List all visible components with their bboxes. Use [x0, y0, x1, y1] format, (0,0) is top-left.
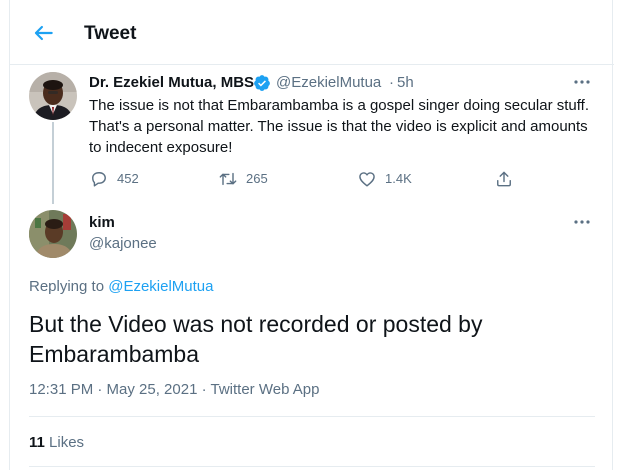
tweet-text-line: Embarambamba — [29, 341, 200, 367]
tweet-page: Tweet Dr. Ezekiel Mutua, MBS @EzekielMut… — [9, 0, 614, 470]
tweet-text-line: But the Video was not recorded or posted… — [29, 311, 483, 337]
more-options-button[interactable] — [572, 212, 592, 232]
retweet-icon — [219, 172, 237, 186]
author-name[interactable]: kim — [89, 214, 115, 232]
more-horizontal-icon — [574, 220, 590, 224]
back-button[interactable] — [30, 20, 56, 46]
avatar-image — [29, 72, 77, 120]
separator: · — [197, 381, 211, 398]
avatar-image — [29, 210, 77, 258]
replying-to: Replying to @EzekielMutua — [29, 278, 214, 296]
thread-connector — [52, 122, 54, 204]
likes-label: Likes — [49, 434, 85, 451]
share-icon — [497, 171, 511, 187]
author-handle[interactable]: @kajonee — [89, 235, 157, 253]
author-handle[interactable]: @EzekielMutua — [276, 74, 381, 92]
separator: · — [389, 74, 394, 91]
heart-icon — [359, 172, 375, 187]
like-button[interactable]: 1.4K — [357, 169, 427, 189]
reply-count: 452 — [117, 171, 139, 186]
page-header: Tweet — [10, 0, 614, 68]
tweet-text-line: The issue is not that Embarambamba is a … — [89, 97, 589, 114]
avatar[interactable] — [29, 72, 77, 120]
verified-badge-icon — [253, 74, 271, 92]
timestamp[interactable]: 12:31 PM · May 25, 2021 — [29, 381, 197, 398]
more-horizontal-icon — [574, 80, 590, 84]
likes-count: 11 — [29, 434, 45, 451]
page-title: Tweet — [84, 23, 137, 44]
avatar[interactable] — [29, 210, 77, 258]
share-button[interactable] — [494, 169, 514, 189]
tweet-text-line: That's a personal matter. The issue is t… — [89, 118, 588, 135]
reply-icon — [92, 172, 106, 187]
divider — [29, 466, 595, 467]
author-name[interactable]: Dr. Ezekiel Mutua, MBS — [89, 74, 254, 92]
retweet-count: 265 — [246, 171, 268, 186]
mention-link[interactable]: @EzekielMutua — [108, 278, 213, 295]
replying-to-label: Replying to — [29, 278, 105, 295]
source-app[interactable]: Twitter Web App — [211, 381, 320, 398]
header-divider — [10, 64, 614, 65]
retweet-button[interactable]: 265 — [218, 169, 288, 189]
like-count: 1.4K — [385, 171, 412, 186]
tweet-metadata: 12:31 PM · May 25, 2021 · Twitter Web Ap… — [29, 381, 319, 399]
reply-button[interactable]: 452 — [89, 169, 159, 189]
more-options-button[interactable] — [572, 72, 592, 92]
tweet-text-line: to indecent exposure! — [89, 139, 233, 156]
divider — [29, 416, 595, 417]
likes-summary[interactable]: 11 Likes — [29, 434, 84, 452]
arrow-left-icon — [34, 25, 53, 41]
tweet-time[interactable]: 5h — [397, 74, 414, 92]
